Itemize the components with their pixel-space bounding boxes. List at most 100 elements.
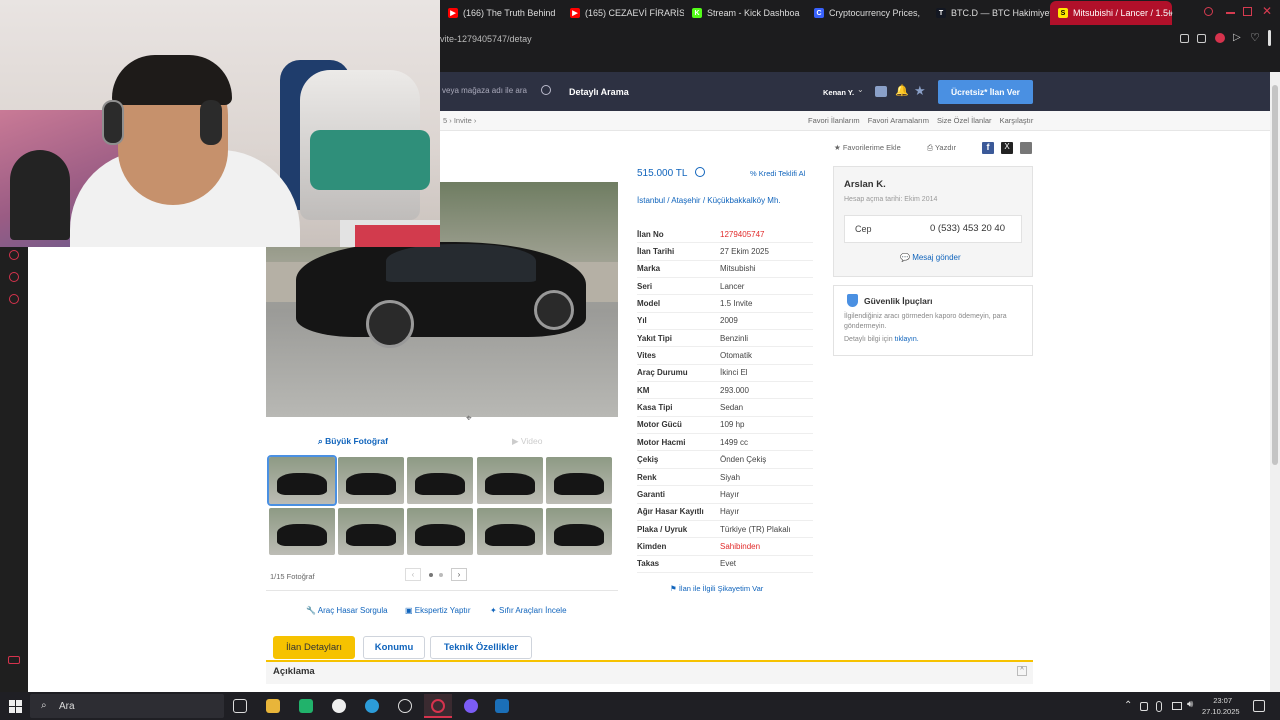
browser-tab[interactable]: K Stream - Kick Dashboa [684,1,806,25]
photo-thumbnail[interactable] [338,457,404,504]
new-tab-button[interactable]: + [1166,6,1173,20]
detail-row: İlan Tarihi 27 Ekim 2025 [637,243,813,261]
minimize-icon[interactable] [1226,12,1235,14]
location-breadcrumb[interactable]: İstanbul / Ataşehir / Küçükbakkalköy Mh. [637,196,807,206]
detailed-search-link[interactable]: Detaylı Arama [569,87,629,97]
photo-thumbnail[interactable] [546,508,612,555]
user-link[interactable]: Size Özel İlanlar [937,116,992,125]
detail-key: Kasa Tipi [637,403,673,413]
page-dot[interactable] [429,573,433,577]
seller-name[interactable]: Arslan K. [844,179,886,190]
address-bar[interactable]: vite-1279405747/detay [440,30,1280,48]
chevron-down-icon[interactable]: ⌄ [857,85,864,94]
browser-tab[interactable]: S Mitsubishi / Lancer / 1.5 / [1050,1,1172,25]
sidebar-diamond-icon[interactable] [9,272,19,282]
browser-tab[interactable]: ▶ (165) CEZAEVİ FİRARİSİ [562,1,684,25]
bell-icon[interactable]: 🔔 [895,84,909,97]
star-icon[interactable]: ★ [914,83,926,99]
photo-thumbnail[interactable] [338,508,404,555]
photo-thumbnail[interactable] [477,457,543,504]
microphone-icon[interactable] [1156,701,1162,712]
sidebar-clock-icon[interactable] [9,250,19,260]
clock-date[interactable]: 27.10.2025 [1202,707,1240,716]
user-link[interactable]: Favori İlanlarım [808,116,860,125]
description-header[interactable] [266,660,1033,684]
complaint-link[interactable]: ⚑ İlan ile İlgili Şikayetim Var [670,584,763,593]
notifications-icon[interactable] [1253,700,1265,712]
search-tabs-icon[interactable] [1204,7,1213,16]
maximize-icon[interactable] [1243,7,1252,16]
x-share-icon[interactable]: X [1001,142,1013,154]
expertise-link[interactable]: ▣ Ekspertiz Yaptır [405,606,471,615]
close-icon[interactable]: ✕ [1262,4,1272,18]
bookmark-icon[interactable] [1180,34,1189,43]
app-icon[interactable] [398,699,412,713]
search-icon[interactable] [541,85,551,95]
new-cars-link[interactable]: ✦ Sıfır Araçları İncele [490,606,567,615]
tab-teknik-ozellikler[interactable]: Teknik Özellikler [430,636,532,659]
tray-app-icon[interactable] [1140,702,1148,711]
screenshot-icon[interactable] [1197,34,1206,43]
volume-icon[interactable]: 🔊︎ [1187,699,1193,710]
price-history-icon[interactable] [695,167,705,177]
security-more-link[interactable]: tıklayın. [895,336,919,343]
record-icon[interactable] [1215,33,1225,43]
obs-icon[interactable] [332,699,346,713]
detail-value: Lancer [720,281,745,291]
spotify-icon[interactable] [299,699,313,713]
email-share-icon[interactable] [1020,142,1032,154]
play-icon[interactable]: ▷ [1233,32,1241,43]
photo-thumbnail[interactable] [407,457,473,504]
detail-row: Renk Siyah [637,469,813,487]
heart-icon[interactable]: ♡ [1250,31,1260,44]
print-link[interactable]: ⎙ Yazdır [927,143,956,153]
credit-offer-link[interactable]: % Kredi Teklifi Al [750,169,805,178]
photo-thumbnail[interactable] [267,455,337,506]
windows-start-icon[interactable] [9,700,22,713]
edge-icon[interactable] [365,699,379,713]
facebook-icon[interactable]: f [982,142,994,154]
clock-time[interactable]: 23:07 [1204,696,1232,705]
collapse-icon[interactable]: ^ [1017,666,1027,676]
phone-number[interactable]: 0 (533) 453 20 40 [930,223,1005,234]
photo-thumbnail[interactable] [407,508,473,555]
scrollbar-thumb[interactable] [1272,85,1278,465]
sidebar-toggle-icon[interactable] [1268,30,1271,46]
steam-icon[interactable] [495,699,509,713]
video-link[interactable]: ▶ Video [512,436,543,447]
tab-favicon-icon: K [692,8,702,18]
user-link[interactable]: Karşılaştır [1000,116,1034,125]
detail-value: Otomatik [720,351,753,361]
user-menu[interactable]: Kenan Y. [823,88,854,97]
tab-konumu[interactable]: Konumu [363,636,425,659]
big-photo-link[interactable]: ⌕ Büyük Fotoğraf [318,436,388,447]
photo-thumbnail[interactable] [477,508,543,555]
photo-thumbnail[interactable] [546,457,612,504]
mail-icon[interactable] [875,86,887,97]
sidebar-gear-icon[interactable] [9,294,19,304]
prev-page-button[interactable]: ‹ [405,568,421,581]
discord-icon[interactable] [464,699,478,713]
damage-query-link[interactable]: 🔧 Araç Hasar Sorgula [306,606,388,615]
detail-row: Kimden Sahibinden [637,538,813,556]
breadcrumb[interactable]: 5 › Invite › [443,116,476,125]
detail-value: 1279405747 [720,229,765,239]
sidebar-game-icon[interactable] [8,656,20,664]
detail-key: Plaka / Uyruk [637,524,688,534]
tray-overflow-icon[interactable]: ⌃ [1124,700,1132,711]
task-view-icon[interactable] [233,699,247,713]
tab-ilan-detaylari[interactable]: İlan Detayları [273,636,355,659]
browser-tab[interactable]: T BTC.D — BTC Hakimiyet [928,1,1050,25]
post-listing-button[interactable]: Ücretsiz* İlan Ver [938,80,1033,104]
send-message-link[interactable]: 💬 Mesaj gönder [900,253,961,262]
photo-thumbnail[interactable] [269,508,335,555]
display-icon[interactable] [1172,702,1182,710]
browser-tab[interactable]: C Cryptocurrency Prices, [806,1,928,25]
page-dot[interactable] [439,573,443,577]
file-explorer-icon[interactable] [266,699,280,713]
add-favorite-link[interactable]: ★ Favorilerime Ekle [834,143,901,152]
search-input[interactable]: veya mağaza adı ile ara [442,86,527,95]
user-link[interactable]: Favori Aramalarım [868,116,929,125]
next-page-button[interactable]: › [451,568,467,581]
browser-tab[interactable]: ▶ (166) The Truth Behind [440,1,562,25]
